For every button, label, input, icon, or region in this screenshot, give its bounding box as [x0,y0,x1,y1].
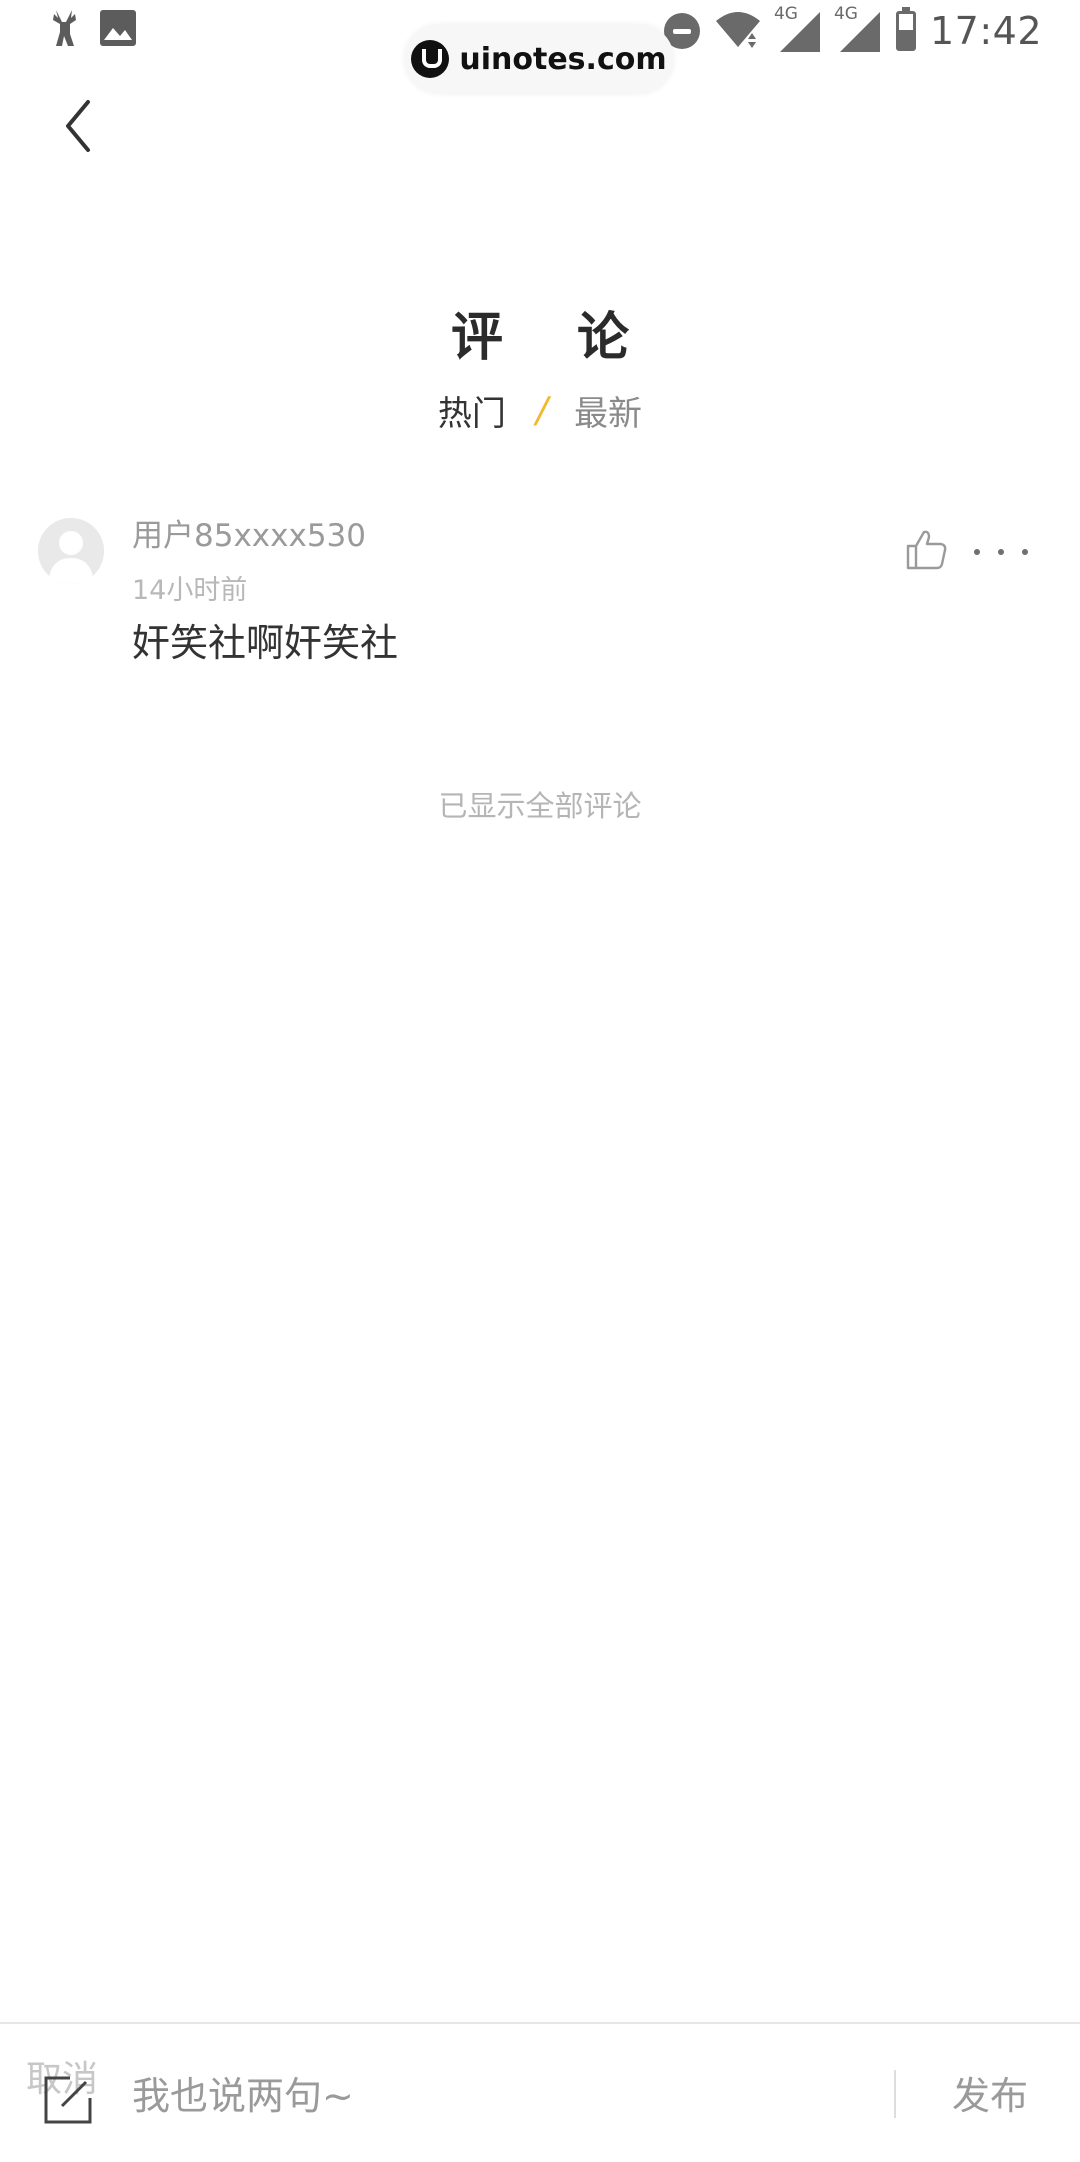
comment-timestamp: 14小时前 [132,575,248,606]
all-comments-shown-note: 已显示全部评论 [438,789,642,823]
signal-icon: 4G [774,4,822,54]
status-left-icons [44,6,138,54]
wifi-icon [714,9,762,53]
more-dot-icon [974,549,980,555]
chevron-left-icon [66,100,90,152]
battery-icon [895,7,916,51]
watermark-text: uinotes.com [459,41,667,77]
more-dot-icon [1022,549,1028,555]
watermark-badge: uinotes.com [404,24,674,94]
comment-username[interactable]: 用户85xxxx530 [132,510,366,555]
back-button[interactable] [48,96,108,156]
input-divider [894,2070,896,2118]
network-type-label: 4G [773,4,798,24]
signal-icon: 4G [834,4,882,54]
more-options-button[interactable] [974,540,1028,564]
deer-app-icon [44,6,84,54]
comment-text: 奸笑社啊奸笑社 [132,621,399,665]
sort-tabs: 热门 / 最新 [0,386,1080,435]
comment-input[interactable] [132,2064,872,2128]
tab-divider: / [535,390,549,431]
watermark-logo-icon [411,40,450,78]
tab-hot[interactable]: 热门 [438,386,506,435]
like-button[interactable] [902,526,950,574]
image-icon [98,8,138,52]
comment-input-bar: 取消 发布 [0,2022,1080,2162]
comment-item: 用户85xxxx530 14小时前 奸笑社啊奸笑社 [0,500,1080,680]
thumbs-up-icon [906,530,947,570]
more-dot-icon [998,549,1004,555]
status-time: 17:42 [929,9,1042,53]
publish-button[interactable]: 发布 [920,2064,1060,2128]
status-right-icons: 4G 4G 17:42 [663,4,1042,56]
edit-icon [44,2076,92,2124]
page-title: 评 论 [450,308,658,368]
default-avatar-icon [38,518,104,584]
network-type-label: 4G [833,4,858,24]
tab-latest[interactable]: 最新 [574,386,642,435]
avatar[interactable] [38,518,104,584]
